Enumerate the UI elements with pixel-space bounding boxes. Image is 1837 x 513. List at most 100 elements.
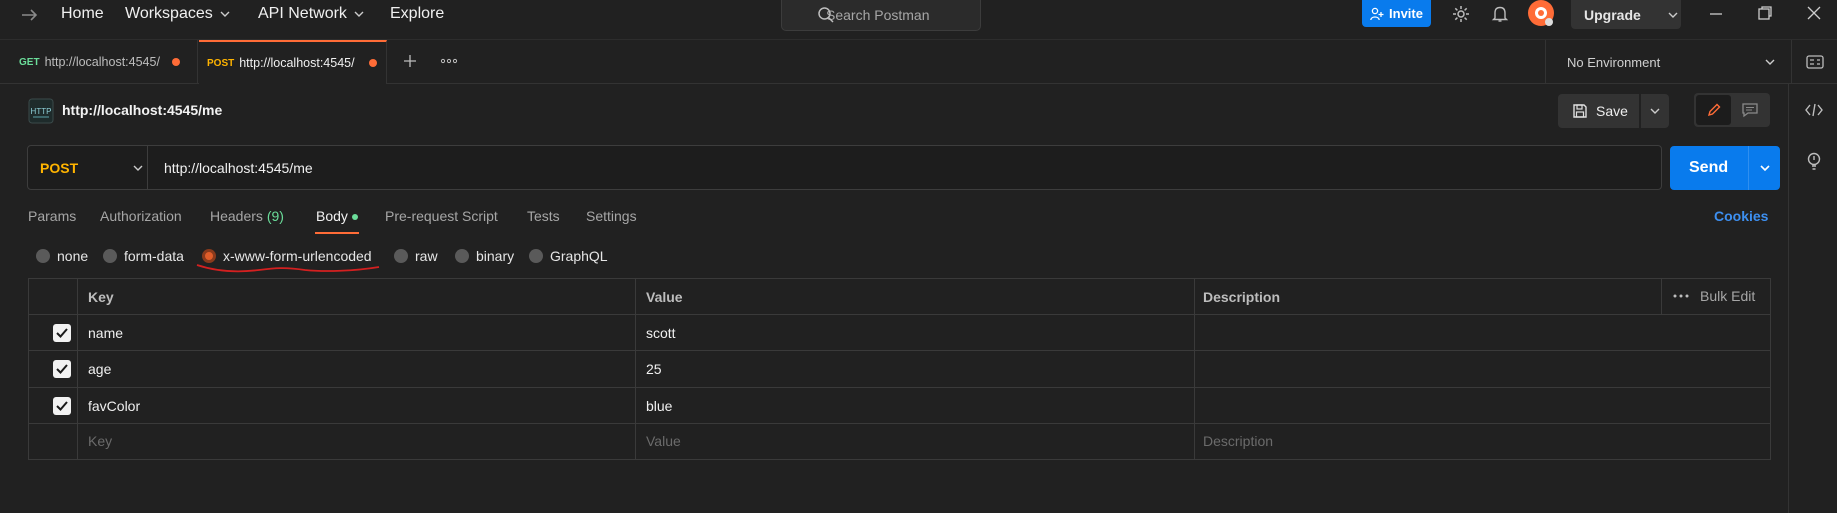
method-select[interactable]: POST xyxy=(28,146,148,189)
checkmark-icon xyxy=(56,364,68,374)
nav-api-network[interactable]: API Network xyxy=(258,3,365,25)
invite-label: Invite xyxy=(1389,6,1423,21)
description-input[interactable]: Description xyxy=(1203,433,1273,449)
tab-params[interactable]: Params xyxy=(28,208,76,224)
send-button[interactable]: Send xyxy=(1670,146,1780,190)
table-column-divider xyxy=(77,278,78,460)
tab-headers[interactable]: Headers (9) xyxy=(210,208,284,224)
column-header-key: Key xyxy=(88,289,114,305)
edit-mode-button[interactable] xyxy=(1696,95,1731,125)
body-type-graphql[interactable]: GraphQL xyxy=(529,248,608,264)
notifications-bell-icon[interactable] xyxy=(1491,5,1509,23)
upgrade-button[interactable]: Upgrade xyxy=(1571,0,1681,29)
body-type-none[interactable]: none xyxy=(36,248,88,264)
search-placeholder: Search Postman xyxy=(826,7,930,23)
unsaved-dot xyxy=(369,59,378,67)
body-type-raw[interactable]: raw xyxy=(394,248,438,264)
cookies-link[interactable]: Cookies xyxy=(1714,208,1768,224)
tab-authorization[interactable]: Authorization xyxy=(100,208,182,224)
param-key[interactable]: favColor xyxy=(88,398,140,414)
nav-explore[interactable]: Explore xyxy=(390,3,444,25)
nav-home[interactable]: Home xyxy=(61,3,104,25)
param-value[interactable]: 25 xyxy=(646,361,662,377)
tab-body[interactable]: Body xyxy=(316,208,358,224)
request-title[interactable]: http://localhost:4545/me xyxy=(62,102,222,118)
radio-button[interactable] xyxy=(394,249,408,263)
radio-button-selected[interactable] xyxy=(202,249,216,263)
body-type-label: none xyxy=(57,248,89,264)
chevron-down-icon xyxy=(1668,12,1678,18)
tab-method: POST xyxy=(207,57,235,69)
more-options-icon[interactable] xyxy=(440,53,458,69)
value-input[interactable]: Value xyxy=(646,433,681,449)
radio-button[interactable] xyxy=(103,249,117,263)
settings-gear-icon[interactable] xyxy=(1452,5,1470,23)
column-header-description: Description xyxy=(1203,289,1281,305)
tab-body-label: Body xyxy=(316,208,348,224)
avatar[interactable] xyxy=(1527,0,1555,28)
http-icon: HTTP xyxy=(28,98,54,124)
invite-button[interactable]: Invite xyxy=(1362,0,1431,27)
tab-url: http://localhost:4545/ xyxy=(239,56,355,70)
bulk-edit-button[interactable]: Bulk Edit xyxy=(1700,288,1755,304)
param-value[interactable]: blue xyxy=(646,398,672,414)
comments-icon[interactable] xyxy=(1741,102,1759,118)
minimize-icon[interactable] xyxy=(1708,6,1724,22)
tab-settings[interactable]: Settings xyxy=(586,208,637,224)
radio-button[interactable] xyxy=(529,249,543,263)
param-value[interactable]: scott xyxy=(646,325,676,341)
back-arrow-icon[interactable] xyxy=(18,4,40,26)
headers-count: (9) xyxy=(266,208,284,224)
body-type-form-data[interactable]: form-data xyxy=(103,248,184,264)
chevron-down-icon[interactable] xyxy=(1758,161,1772,175)
table-column-divider xyxy=(1661,278,1662,314)
row-checkbox[interactable] xyxy=(53,360,71,378)
row-checkbox[interactable] xyxy=(53,324,71,342)
tab-prerequest-script[interactable]: Pre-request Script xyxy=(385,208,498,224)
param-key[interactable]: name xyxy=(88,325,123,341)
tab-url: http://localhost:4545/ xyxy=(44,55,160,69)
tab-method: GET xyxy=(19,56,40,68)
body-type-label: GraphQL xyxy=(550,248,608,264)
environment-select[interactable]: No Environment xyxy=(1545,40,1792,84)
info-bulb-icon[interactable] xyxy=(1805,151,1823,171)
table-column-divider xyxy=(1194,278,1195,460)
save-button[interactable]: Save xyxy=(1558,94,1639,128)
send-label: Send xyxy=(1689,159,1729,176)
column-header-value: Value xyxy=(646,289,683,305)
unsaved-dot xyxy=(171,58,180,66)
add-user-icon xyxy=(1370,7,1384,20)
search-input[interactable]: Search Postman xyxy=(781,0,981,31)
tab-post-request[interactable]: POST http://localhost:4545/ xyxy=(199,40,387,84)
restore-icon[interactable] xyxy=(1757,5,1773,21)
chevron-down-icon xyxy=(220,11,230,17)
param-key[interactable]: age xyxy=(88,361,111,377)
save-options-dropdown[interactable] xyxy=(1641,94,1669,128)
code-icon[interactable] xyxy=(1805,102,1823,118)
nav-workspaces[interactable]: Workspaces xyxy=(125,3,231,25)
pencil-icon xyxy=(1707,103,1720,117)
table-divider xyxy=(28,314,1771,315)
environment-quick-look-icon[interactable] xyxy=(1806,54,1824,70)
tab-headers-label: Headers xyxy=(210,208,263,224)
radio-button[interactable] xyxy=(36,249,50,263)
upgrade-label: Upgrade xyxy=(1584,6,1641,23)
new-tab-plus-icon[interactable] xyxy=(402,53,418,69)
radio-button[interactable] xyxy=(455,249,469,263)
nav-api-network-label: API Network xyxy=(258,5,347,22)
table-divider xyxy=(28,423,1771,424)
url-input[interactable]: http://localhost:4545/me xyxy=(164,160,313,176)
row-checkbox[interactable] xyxy=(53,397,71,415)
tab-tests[interactable]: Tests xyxy=(527,208,560,224)
right-sidebar xyxy=(1788,84,1837,513)
search-icon xyxy=(818,7,834,23)
more-options-icon[interactable] xyxy=(1672,290,1690,302)
tab-get-request[interactable]: GET http://localhost:4545/ xyxy=(0,40,198,84)
close-icon[interactable] xyxy=(1806,5,1822,21)
send-divider xyxy=(1748,146,1749,190)
key-input[interactable]: Key xyxy=(88,433,112,449)
chevron-down-icon xyxy=(1765,59,1775,65)
table-divider xyxy=(28,387,1771,388)
chevron-down-icon xyxy=(133,165,143,171)
body-type-binary[interactable]: binary xyxy=(455,248,514,264)
